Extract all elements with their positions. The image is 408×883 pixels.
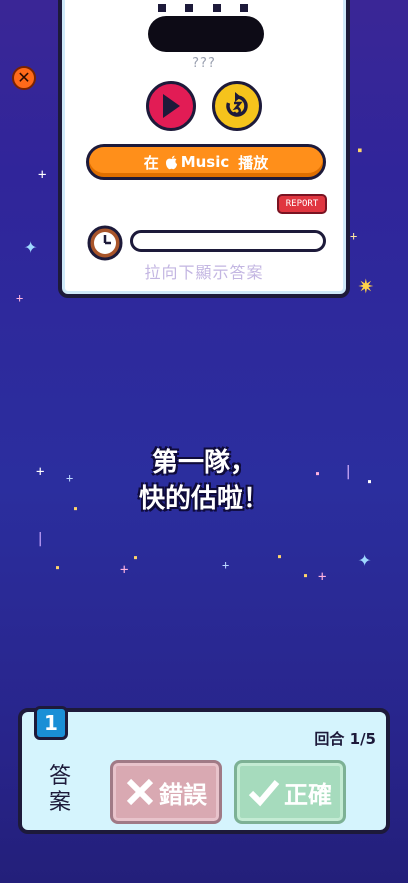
- music-button-suffix: 播放: [238, 153, 269, 172]
- replay-icon: [226, 92, 248, 117]
- round-counter: 回合 1/5: [314, 730, 376, 748]
- correct-button[interactable]: 正確: [234, 760, 346, 824]
- apple-icon: [165, 155, 177, 169]
- star-decoration: ■: [56, 565, 60, 571]
- play-button[interactable]: [146, 81, 196, 131]
- correct-button-label: 正確: [284, 780, 332, 809]
- turn-message: 第一隊， 快的估啦！: [0, 445, 408, 517]
- hidden-title-bar: [148, 16, 264, 52]
- pull-down-hint[interactable]: 拉向下顯示答案: [62, 259, 346, 283]
- check-icon: [248, 780, 280, 807]
- wrong-button[interactable]: 錯誤: [110, 760, 222, 824]
- wrong-button-label: 錯誤: [159, 780, 207, 809]
- unknown-song-title: ???: [192, 56, 216, 71]
- answer-panel: 1 回合 1/5 答案 錯誤 正確: [18, 706, 390, 834]
- star-decoration: |: [36, 531, 45, 547]
- timer-progress-bar: [130, 230, 326, 252]
- turn-message-line2: 快的估啦！: [138, 484, 269, 514]
- star-decoration: ✦: [358, 547, 372, 572]
- report-button[interactable]: REPORT: [277, 194, 327, 214]
- close-icon[interactable]: ✕: [12, 66, 36, 90]
- star-decoration: +: [120, 562, 129, 578]
- star-decoration: ■: [278, 554, 282, 560]
- star-decoration: +: [38, 167, 47, 183]
- replay-button[interactable]: [212, 81, 262, 131]
- player-card: ??? 在 Music 播放 REPORT 拉向下顯示答案: [58, 0, 350, 298]
- turn-message-line1: 第一隊，: [151, 448, 256, 478]
- sparkle-decoration: ✷: [358, 270, 374, 300]
- star-decoration: +: [16, 291, 24, 305]
- music-button-brand: Music: [180, 153, 230, 171]
- answer-label: 答案: [48, 764, 71, 815]
- star-decoration: +: [350, 229, 358, 243]
- star-decoration: +: [318, 569, 327, 585]
- star-decoration: ■: [358, 147, 362, 154]
- apple-music-button[interactable]: 在 Music 播放: [86, 144, 326, 180]
- star-decoration: ■: [134, 555, 138, 561]
- cross-icon: [126, 778, 154, 806]
- star-decoration: ✦: [24, 234, 38, 259]
- star-decoration: ■: [304, 573, 308, 579]
- play-icon: [163, 94, 180, 118]
- music-button-prefix: 在: [143, 153, 159, 172]
- round-badge: 1: [34, 706, 68, 740]
- clock-icon: [87, 225, 123, 261]
- dots-decoration: [158, 4, 248, 12]
- star-decoration: +: [222, 558, 230, 572]
